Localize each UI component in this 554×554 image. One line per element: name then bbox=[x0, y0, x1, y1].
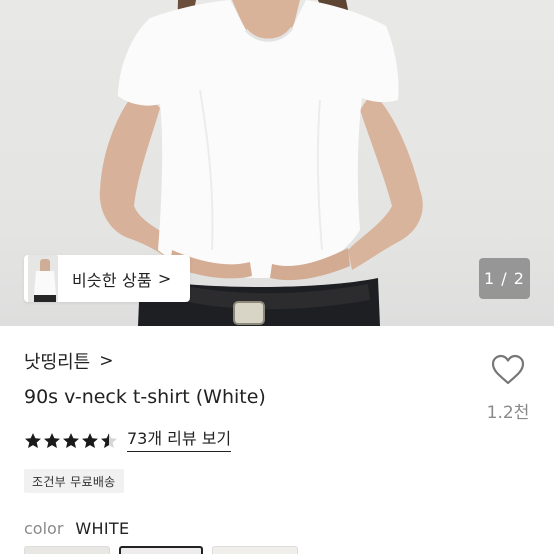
star-icon bbox=[101, 433, 117, 449]
star-icon bbox=[63, 433, 79, 449]
color-swatch[interactable] bbox=[212, 546, 298, 554]
similar-product-thumbnail bbox=[28, 255, 58, 302]
shipping-badge: 조건부 무료배송 bbox=[24, 469, 124, 493]
product-title: 90s v-neck t-shirt (White) bbox=[24, 386, 266, 408]
star-rating bbox=[24, 432, 119, 450]
color-label: color bbox=[24, 519, 64, 538]
like-count: 1.2천 bbox=[486, 403, 530, 423]
color-value: WHITE bbox=[75, 519, 130, 538]
chevron-right-icon: > bbox=[157, 269, 172, 288]
chevron-right-icon: > bbox=[99, 351, 114, 371]
shop-name: 낫띵리튼 bbox=[24, 352, 91, 373]
heart-outline-icon bbox=[491, 354, 525, 385]
color-swatch[interactable] bbox=[24, 546, 110, 554]
star-icon bbox=[44, 433, 60, 449]
shop-link[interactable]: 낫띵리튼 > bbox=[24, 348, 114, 374]
rating-row: 73개 리뷰 보기 bbox=[24, 429, 232, 453]
product-image-gallery[interactable]: 비슷한 상품 > 1 / 2 bbox=[0, 0, 554, 326]
like-button[interactable]: 1.2천 bbox=[484, 350, 532, 423]
review-link[interactable]: 73개 리뷰 보기 bbox=[127, 430, 232, 452]
similar-products-label: 비슷한 상품 bbox=[72, 270, 152, 290]
color-swatches bbox=[24, 546, 307, 554]
color-swatch-selected[interactable] bbox=[119, 546, 203, 554]
star-icon bbox=[25, 433, 41, 449]
similar-products-button[interactable]: 비슷한 상품 > bbox=[24, 255, 190, 302]
color-option: color WHITE bbox=[24, 519, 129, 538]
star-icon bbox=[82, 433, 98, 449]
image-pager-indicator: 1 / 2 bbox=[479, 258, 530, 299]
